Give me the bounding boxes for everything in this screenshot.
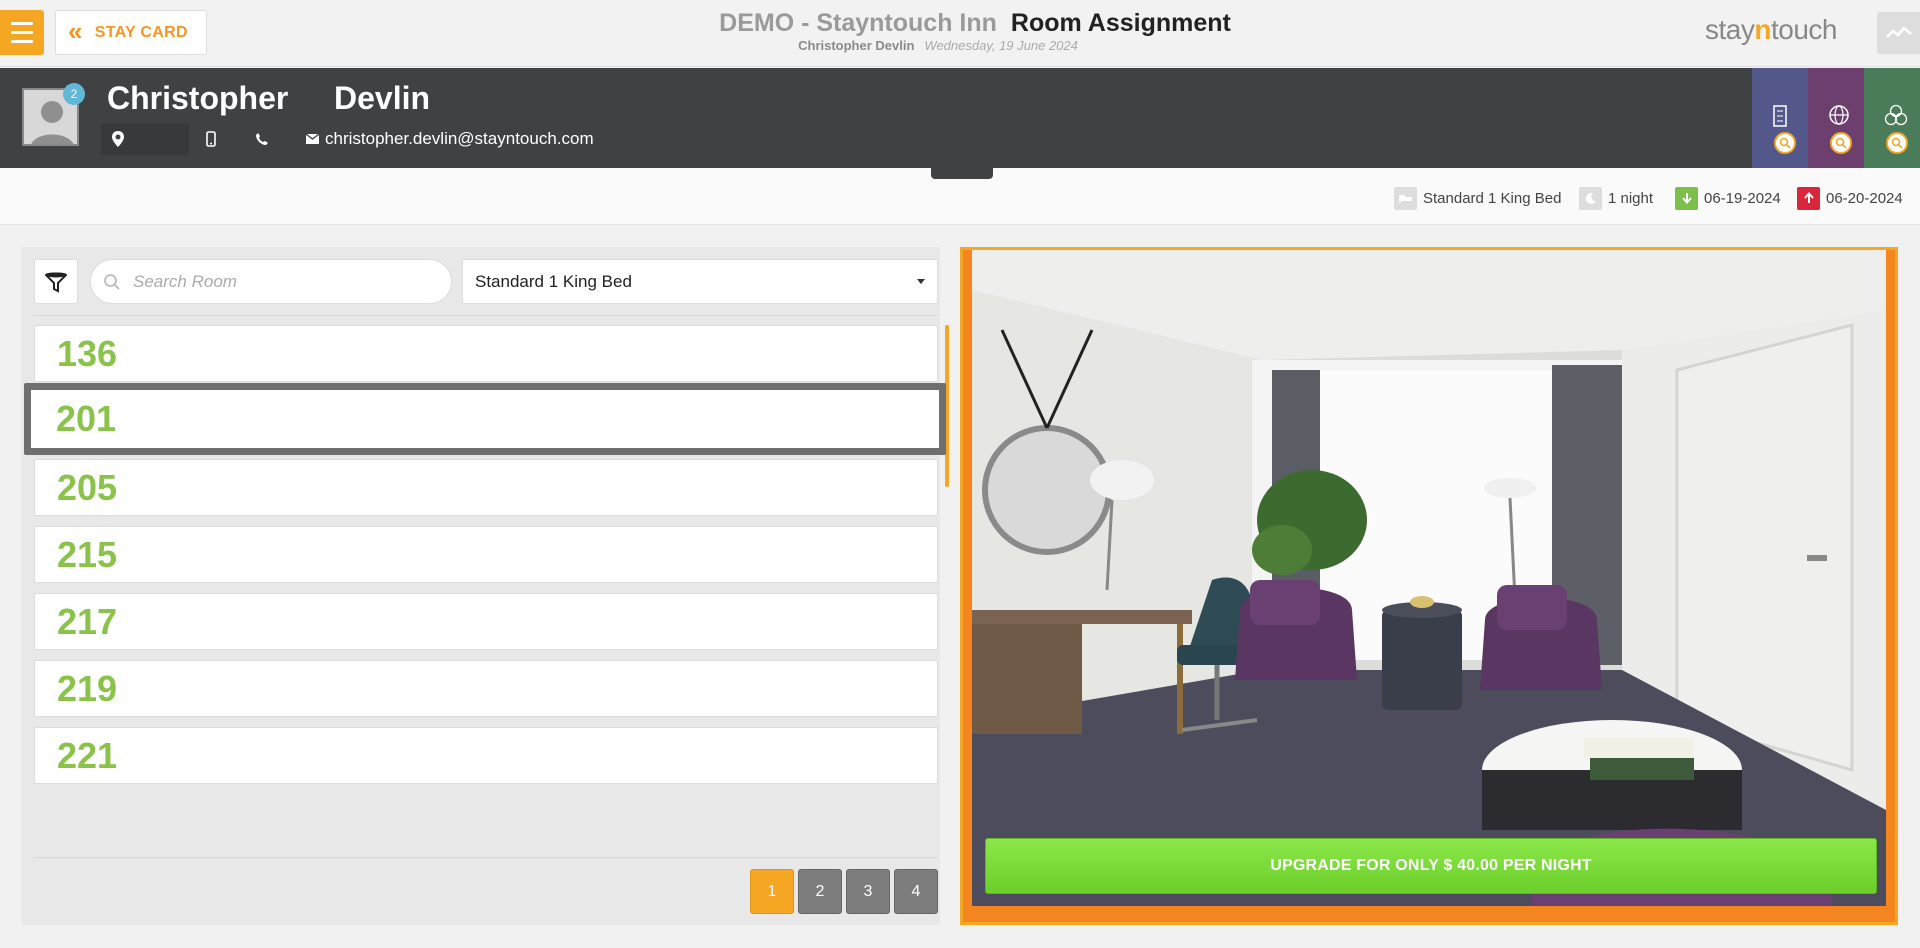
building-icon [1773, 105, 1787, 127]
room-row[interactable]: 221 [34, 727, 938, 784]
guest-mobile[interactable] [206, 123, 216, 155]
divider [34, 857, 938, 858]
pagination: 1 2 3 4 [750, 869, 938, 914]
arrow-up-icon [1797, 186, 1820, 210]
room-row[interactable]: 215 [34, 526, 938, 583]
circles-icon [1884, 104, 1908, 126]
room-type-selected: Standard 1 King Bed [475, 271, 632, 291]
heading-guest-name: Christopher Devlin [798, 38, 915, 53]
envelope-icon [306, 134, 319, 144]
room-row[interactable]: 219 [34, 660, 938, 717]
page-button-3[interactable]: 3 [846, 869, 890, 914]
page-title: Room Assignment [1010, 9, 1231, 37]
business-date: Wednesday, 19 June 2024 [924, 38, 1078, 53]
divider [34, 315, 938, 316]
side-tab-global[interactable] [1808, 68, 1864, 168]
notification-badge[interactable]: 2 [63, 83, 85, 105]
room-row[interactable]: 136 [34, 325, 938, 382]
room-row[interactable]: 205 [34, 459, 938, 516]
arrow-down-icon [1675, 186, 1698, 210]
guest-header: Christopher Devlin christopher.devlin@st… [0, 68, 1920, 168]
globe-icon [1829, 105, 1849, 125]
guest-address[interactable] [101, 123, 189, 155]
moon-icon [1579, 186, 1602, 210]
side-tab-hotel[interactable] [1752, 68, 1808, 168]
filter-button[interactable] [34, 259, 78, 304]
room-type-summary: Standard 1 King Bed [1394, 186, 1561, 210]
filter-icon [44, 272, 68, 293]
room-preview-panel: UPGRADE FOR ONLY $ 40.00 PER NIGHT [960, 247, 1898, 925]
departure-date: 06-20-2024 [1797, 186, 1903, 210]
upgrade-button[interactable]: UPGRADE FOR ONLY $ 40.00 PER NIGHT [985, 838, 1877, 894]
location-pin-icon [112, 131, 124, 147]
page-button-2[interactable]: 2 [798, 869, 842, 914]
nights-summary: 1 night [1579, 186, 1653, 210]
side-tab-rooms[interactable] [1864, 68, 1920, 168]
mobile-phone-icon [206, 131, 216, 147]
search-icon [104, 274, 120, 290]
room-row[interactable]: 217 [34, 593, 938, 650]
search-room-input[interactable]: Search Room [90, 259, 452, 304]
guest-phone[interactable] [255, 123, 269, 155]
room-type-select[interactable]: Standard 1 King Bed [462, 259, 938, 304]
chevron-down-icon [917, 279, 925, 284]
room-photo [972, 250, 1886, 906]
room-photo-illustration [972, 250, 1886, 906]
page-button-1[interactable]: 1 [750, 869, 794, 914]
side-tabs [1752, 68, 1920, 168]
hotel-name: DEMO - Stayntouch Inn [719, 9, 997, 37]
room-row-selected[interactable]: 201 [24, 383, 946, 455]
room-list-panel: Search Room Standard 1 King Bed 136 203 … [22, 247, 949, 925]
phone-icon [256, 133, 268, 145]
arrival-date: 06-19-2024 [1675, 186, 1781, 210]
search-icon [1830, 132, 1852, 154]
top-bar: « STAY CARD DEMO - Stayntouch Inn Room As… [0, 0, 1920, 67]
stayntouch-logo: stayntouch [1705, 14, 1837, 45]
header-collapse-handle[interactable] [931, 168, 993, 179]
search-icon [1774, 132, 1796, 154]
bed-icon [1394, 186, 1417, 210]
guest-email[interactable]: christopher.devlin@stayntouch.com [306, 123, 594, 155]
search-placeholder: Search Room [133, 271, 237, 291]
search-icon [1886, 132, 1908, 154]
page-heading: DEMO - Stayntouch Inn Room Assignment Chr… [0, 8, 1920, 53]
activity-log-button[interactable] [1877, 12, 1920, 54]
guest-last-name: Devlin [334, 80, 431, 116]
guest-first-name: Christopher [107, 80, 289, 116]
activity-icon [1885, 26, 1912, 38]
page-button-4[interactable]: 4 [894, 869, 938, 914]
guest-email-text: christopher.devlin@stayntouch.com [325, 129, 594, 148]
